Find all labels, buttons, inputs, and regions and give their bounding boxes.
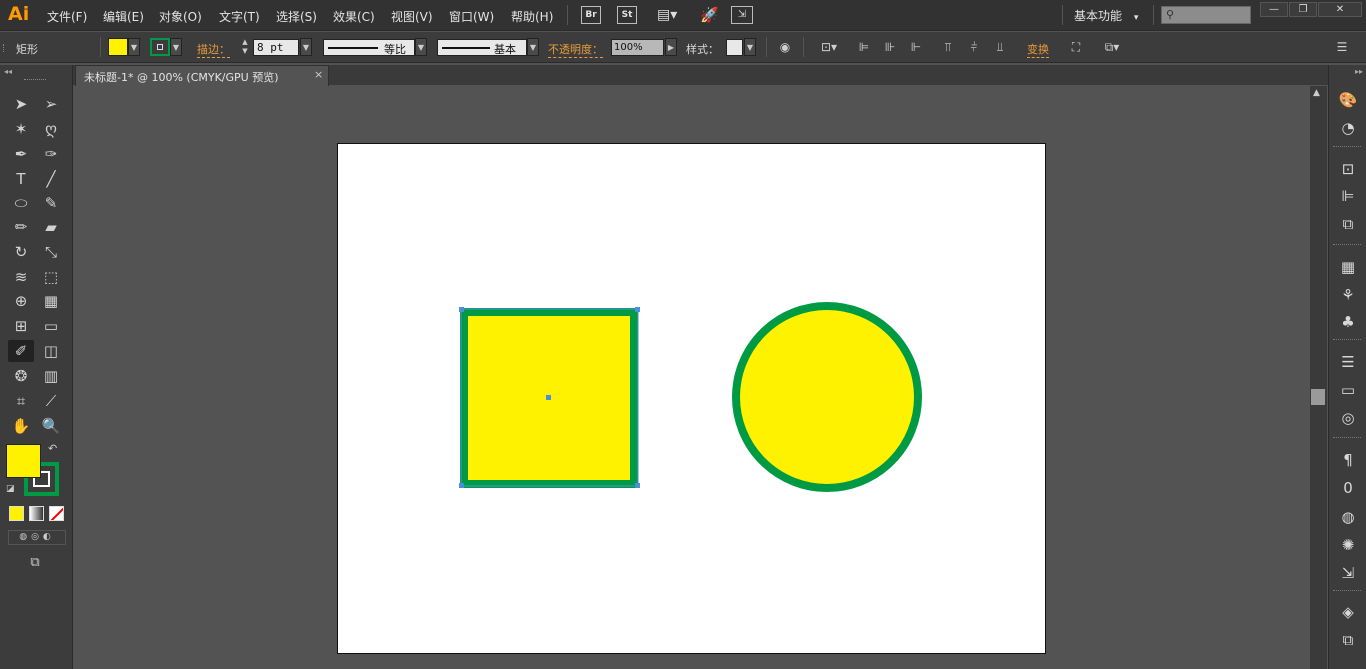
selection-handle[interactable] [635, 483, 640, 488]
center-point-handle[interactable] [546, 395, 551, 400]
swatches-panel-icon[interactable]: ▦ [1338, 257, 1358, 277]
panel-group-separator [1333, 437, 1361, 439]
opentype-panel-icon[interactable]: 0 [1338, 478, 1358, 498]
expand-panels-icon[interactable]: ▸▸ [1355, 67, 1363, 76]
transparency-panel-icon[interactable]: ◎ [1338, 408, 1358, 428]
pathfinder-panel-icon[interactable]: ⧉ [1338, 214, 1358, 234]
selection-handle[interactable] [635, 307, 640, 312]
scroll-up-icon[interactable]: ▲ [1313, 88, 1320, 98]
brushes-panel-icon[interactable]: ⚘ [1338, 285, 1358, 305]
align-panel-icon[interactable]: ⊫ [1338, 186, 1358, 206]
scrollbar-thumb[interactable] [1311, 389, 1325, 405]
artboards-panel-icon[interactable]: ⧉ [1338, 630, 1358, 650]
artwork-layer [459, 302, 922, 492]
transform-panel-icon[interactable]: ⊡ [1338, 159, 1358, 179]
stroke-panel-icon[interactable]: ☰ [1338, 352, 1358, 372]
vertical-scrollbar[interactable]: ▲ [1310, 86, 1327, 669]
gradient-panel-icon[interactable]: ▭ [1338, 380, 1358, 400]
panel-group-separator [1333, 244, 1361, 246]
libraries-panel-icon[interactable]: ◍ [1338, 507, 1358, 527]
panel-group-separator [1333, 590, 1361, 592]
color-guide-panel-icon[interactable]: ◔ [1338, 118, 1358, 138]
yellow-circle-shape[interactable] [732, 302, 922, 492]
asset-export-panel-icon[interactable]: ⇲ [1338, 563, 1358, 583]
symbols-panel-icon[interactable]: ♣ [1338, 312, 1358, 332]
selection-handle[interactable] [459, 307, 464, 312]
layers-panel-icon[interactable]: ◈ [1338, 602, 1358, 622]
appearance-panel-icon[interactable]: ✺ [1338, 535, 1358, 555]
paragraph-panel-icon[interactable]: ¶ [1338, 450, 1358, 470]
selection-handle[interactable] [459, 483, 464, 488]
panel-group-separator [1333, 339, 1361, 341]
panel-group-separator [1333, 146, 1361, 148]
color-panel-icon[interactable]: 🎨 [1338, 90, 1358, 110]
